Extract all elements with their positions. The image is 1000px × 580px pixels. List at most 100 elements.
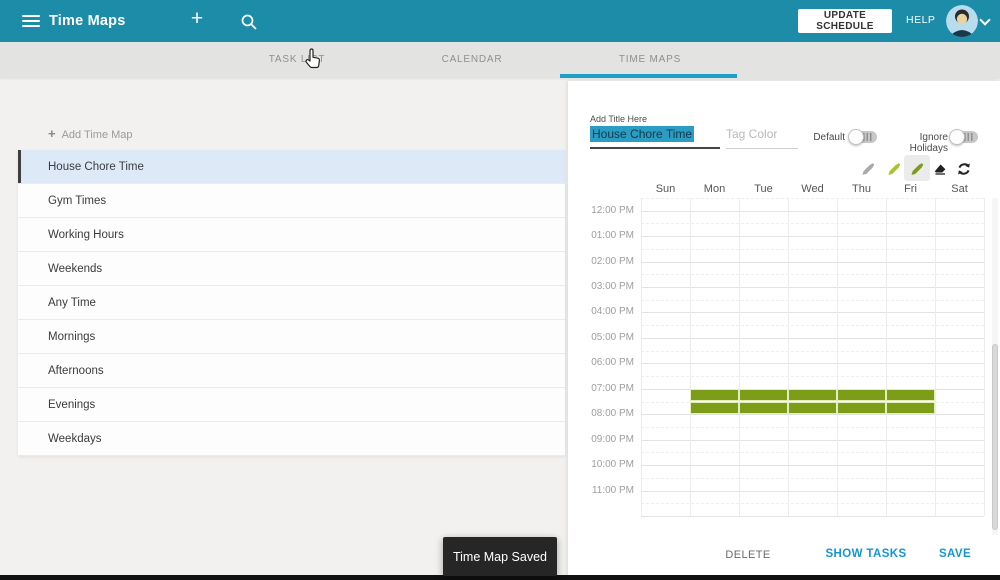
time-map-item-label: Mornings	[48, 331, 95, 343]
time-label: 02:00 PM	[568, 256, 634, 267]
add-time-map-button[interactable]: + Add Time Map	[48, 126, 133, 141]
day-header-sun: Sun	[641, 183, 690, 195]
time-label: 12:00 PM	[568, 205, 634, 216]
selected-text: House Chore Time	[590, 126, 694, 142]
time-label: 10:00 PM	[568, 459, 634, 470]
user-avatar[interactable]	[946, 5, 978, 37]
time-map-list-item[interactable]: Evenings	[18, 388, 565, 422]
tab-time-maps[interactable]: TIME MAPS	[562, 42, 738, 78]
filled-time-cell[interactable]	[837, 402, 886, 415]
day-header-sat: Sat	[935, 183, 984, 195]
grid-row-line	[641, 287, 984, 288]
grid-row-line	[641, 300, 984, 301]
grid-row-line	[641, 262, 984, 263]
search-icon[interactable]	[240, 13, 258, 31]
tag-color-input[interactable]: Tag Color	[726, 127, 798, 149]
time-label: 08:00 PM	[568, 408, 634, 419]
filled-time-cell[interactable]	[788, 389, 837, 402]
time-map-item-label: Evenings	[48, 399, 95, 411]
tab-task-list[interactable]: TASK LIST	[209, 42, 385, 78]
time-label: 09:00 PM	[568, 434, 634, 445]
time-map-list-item[interactable]: Weekends	[18, 252, 565, 286]
grid-column-line	[690, 198, 691, 516]
time-label: 03:00 PM	[568, 281, 634, 292]
time-map-item-label: House Chore Time	[48, 161, 144, 173]
grid-column-line	[739, 198, 740, 516]
time-map-item-label: Weekends	[48, 263, 102, 275]
day-header-wed: Wed	[788, 183, 837, 195]
time-label: 11:00 PM	[568, 485, 634, 496]
hamburger-menu-icon[interactable]	[22, 15, 40, 27]
grid-column-line	[984, 198, 985, 516]
day-header-thu: Thu	[837, 183, 886, 195]
time-label: 05:00 PM	[568, 332, 634, 343]
time-map-list-item[interactable]: Any Time	[18, 286, 565, 320]
eraser-icon[interactable]	[932, 161, 948, 177]
grid-row-line	[641, 414, 984, 415]
tab-calendar[interactable]: CALENDAR	[384, 42, 560, 78]
app-window: Time Maps + UPDATE SCHEDULE HELP TASK LI…	[0, 0, 1000, 580]
tab-bar: TASK LIST CALENDAR TIME MAPS	[0, 42, 1000, 78]
ignore-holidays-toggle-label: Ignore Holidays	[880, 132, 948, 154]
grid-row-line	[641, 478, 984, 479]
grid-row-line	[641, 503, 984, 504]
grid-scrollbar-thumb[interactable]	[992, 344, 998, 530]
grid-row-line	[641, 491, 984, 492]
time-map-list-item[interactable]: Mornings	[18, 320, 565, 354]
time-map-list-item[interactable]: Working Hours	[18, 218, 565, 252]
pencil-gray-icon[interactable]	[860, 161, 876, 177]
filled-time-cell[interactable]	[788, 402, 837, 415]
refresh-icon[interactable]	[956, 161, 972, 177]
filled-time-cell[interactable]	[886, 389, 935, 402]
delete-button[interactable]: DELETE	[708, 549, 788, 561]
show-tasks-button[interactable]: SHOW TASKS	[816, 548, 916, 560]
add-icon[interactable]: +	[186, 7, 208, 35]
grid-column-line	[935, 198, 936, 516]
filled-time-cell[interactable]	[739, 402, 788, 415]
day-header-fri: Fri	[886, 183, 935, 195]
time-label: 04:00 PM	[568, 306, 634, 317]
save-button[interactable]: SAVE	[925, 548, 985, 560]
time-map-list-item[interactable]: Weekdays	[18, 422, 565, 456]
grid-row-line	[641, 452, 984, 453]
filled-time-cell[interactable]	[690, 389, 739, 402]
pencil-olive-icon[interactable]	[909, 161, 925, 177]
grid-column-line	[788, 198, 789, 516]
time-map-list-item[interactable]: House Chore Time	[18, 150, 565, 184]
grid-row-line	[641, 351, 984, 352]
title-field-label: Add Title Here	[590, 114, 647, 124]
day-header-mon: Mon	[690, 183, 739, 195]
time-map-item-label: Working Hours	[48, 229, 124, 241]
filled-time-cell[interactable]	[837, 389, 886, 402]
default-toggle-label: Default	[795, 132, 845, 143]
time-map-list: House Chore Time Gym Times Working Hours We…	[18, 150, 565, 456]
filled-time-cell[interactable]	[739, 389, 788, 402]
update-schedule-button[interactable]: UPDATE SCHEDULE	[798, 9, 892, 33]
active-tab-indicator	[560, 74, 737, 78]
plus-icon: +	[48, 126, 56, 141]
default-toggle[interactable]	[851, 131, 877, 143]
ignore-holidays-toggle[interactable]	[952, 131, 978, 143]
grid-row-line	[641, 465, 984, 466]
grid-row-line	[641, 312, 984, 313]
grid-row-line	[641, 249, 984, 250]
time-map-list-item[interactable]: Afternoons	[18, 354, 565, 388]
help-button[interactable]: HELP	[906, 14, 935, 26]
add-time-map-label: Add Time Map	[62, 129, 133, 141]
time-label: 06:00 PM	[568, 357, 634, 368]
filled-time-cell[interactable]	[690, 402, 739, 415]
time-label: 07:00 PM	[568, 383, 634, 394]
time-map-list-item[interactable]: Gym Times	[18, 184, 565, 218]
filled-time-cell[interactable]	[886, 402, 935, 415]
day-header-tue: Tue	[739, 183, 788, 195]
title-input[interactable]: House Chore Time	[590, 127, 720, 149]
grid-row-line	[641, 325, 984, 326]
grid-row-line	[641, 440, 984, 441]
pencil-light-green-icon[interactable]	[886, 161, 902, 177]
time-map-item-label: Weekdays	[48, 433, 101, 445]
top-app-bar: Time Maps + UPDATE SCHEDULE HELP	[0, 0, 1000, 42]
grid-row-line	[641, 376, 984, 377]
app-title: Time Maps	[49, 0, 125, 42]
grid-row-line	[641, 236, 984, 237]
chevron-down-icon[interactable]	[979, 14, 990, 25]
